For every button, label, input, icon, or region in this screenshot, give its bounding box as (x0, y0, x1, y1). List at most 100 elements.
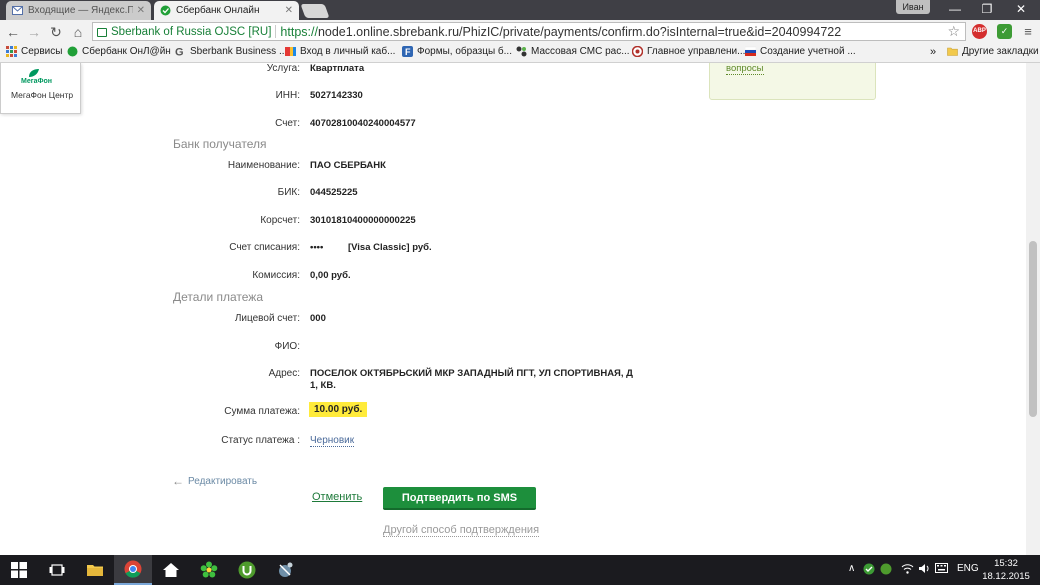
field-label: Наименование: (227, 160, 300, 171)
chrome-icon (124, 560, 142, 578)
sberbank-logo-icon (160, 5, 171, 16)
task-view-button[interactable] (38, 555, 76, 585)
cancel-link[interactable]: Отменить (312, 491, 362, 503)
restore-button[interactable]: ❐ (972, 1, 1002, 17)
tray-check-icon (863, 563, 875, 575)
section-payment-details: Детали платежа (173, 290, 263, 304)
emblem-icon (632, 46, 643, 57)
new-tab-button[interactable] (300, 4, 330, 18)
bookmark-create-account[interactable]: Создание учетной ... (745, 46, 856, 57)
bookmark-forms[interactable]: F Формы, образцы б... (402, 46, 512, 57)
field-label: Комиссия: (252, 270, 300, 281)
reload-icon[interactable]: ↻ (47, 23, 65, 41)
bookmark-label: Сервисы (21, 46, 63, 57)
field-label: Адрес: (268, 368, 300, 379)
page-scrollbar[interactable] (1026, 63, 1040, 555)
ev-certificate-badge[interactable]: Sberbank of Russia OJSC [RU] (97, 26, 271, 38)
field-value: 5027142330 (310, 90, 363, 101)
clock-date: 18.12.2015 (982, 571, 1030, 582)
minimize-button[interactable]: — (940, 1, 970, 17)
tab-sberbank-online[interactable]: Сбербанк Онлайн ✕ (154, 1, 299, 20)
utorrent-icon (238, 561, 256, 579)
folder-icon (947, 47, 958, 56)
bookmark-personal-cabinet[interactable]: Вход в личный каб... (285, 46, 395, 57)
windows-logo-icon (11, 562, 27, 578)
field-label: Сумма платежа: (224, 406, 300, 417)
bookmark-star-icon[interactable]: ☆ (947, 23, 960, 40)
url-scheme: https:// (280, 24, 318, 39)
bookmark-label: Формы, образцы б... (417, 46, 512, 57)
arrow-left-icon: ← (172, 474, 184, 488)
apps-grid-icon (6, 46, 17, 57)
tray-chevron-up-icon[interactable]: ∧ (848, 563, 855, 574)
russia-flag-icon (745, 46, 756, 56)
field-value: 40702810040240004577 (310, 118, 416, 129)
field-value: 000 (310, 313, 326, 324)
close-tab-icon[interactable]: ✕ (285, 5, 293, 16)
status-draft-link[interactable]: Черновик (310, 435, 355, 447)
bookmark-sberbank-online[interactable]: Сбербанк ОнЛ@йн (67, 46, 171, 57)
bookmark-label: Sberbank Business ... (190, 46, 288, 57)
amount-highlight: 10.00 руб. (309, 402, 368, 417)
profile-user-badge[interactable]: Иван (896, 0, 930, 14)
edit-link[interactable]: ← Редактировать (172, 474, 257, 488)
adblock-plus-icon[interactable]: ABP (972, 24, 987, 39)
field-label: Статус платежа : (221, 435, 300, 446)
taskbar-explorer[interactable] (76, 555, 114, 585)
field-label: Счет: (275, 118, 300, 129)
forward-arrow-icon[interactable]: → (25, 23, 43, 41)
menu-icon[interactable]: ≡ (1019, 23, 1037, 41)
bookmark-label: Создание учетной ... (760, 46, 856, 57)
scrollbar-thumb[interactable] (1029, 241, 1037, 417)
bookmark-services[interactable]: Сервисы (6, 46, 62, 57)
address-bar[interactable]: Sberbank of Russia OJSC [RU] https://nod… (92, 22, 966, 41)
close-tab-icon[interactable]: ✕ (137, 5, 145, 16)
bookmarks-bar: Сервисы Сбербанк ОнЛ@йн G Sberbank Busin… (0, 44, 1040, 63)
tray-utorrent-icon[interactable] (880, 563, 892, 578)
folder-icon (87, 565, 103, 576)
field-value: 30101810400000000225 (310, 215, 416, 226)
taskbar-utorrent[interactable] (228, 555, 266, 585)
field-label: Лицевой счет: (234, 313, 300, 324)
bookmark-label: Главное управлени... (647, 46, 746, 57)
confirm-sms-button[interactable]: Подтвердить по SMS (383, 487, 536, 510)
keyboard-icon[interactable] (935, 563, 948, 576)
home-icon (163, 563, 179, 577)
tray-green-app-icon[interactable] (863, 563, 875, 578)
close-window-button[interactable]: ✕ (1006, 1, 1036, 17)
faq-link[interactable]: вопросы (726, 63, 846, 75)
field-value: •••• [Visa Classic] руб. (310, 242, 640, 254)
megafon-card[interactable]: МегаФон МегаФон Центр (0, 63, 81, 114)
ev-certificate-text: Sberbank of Russia OJSC [RU] (111, 25, 272, 38)
tab-title: Входящие — Яндекс.Почт (28, 5, 133, 16)
bookmark-main-directorate[interactable]: Главное управлени... (632, 46, 745, 57)
taskbar-icq[interactable] (190, 555, 228, 585)
language-indicator[interactable]: ENG (957, 563, 979, 574)
more-bookmarks-chevron[interactable]: » (930, 46, 936, 58)
start-button[interactable] (0, 555, 38, 585)
wifi-icon[interactable] (901, 563, 914, 577)
bookmark-mass-sms[interactable]: Массовая СМС рас... (516, 46, 630, 57)
field-label: ИНН: (275, 90, 300, 101)
other-confirm-link[interactable]: Другой способ подтверждения (383, 524, 540, 537)
taskbar-chrome[interactable] (114, 555, 152, 585)
back-arrow-icon[interactable]: ← (4, 23, 22, 41)
sberbank-logo-icon (67, 46, 78, 57)
field-label: Услуга: (266, 63, 300, 74)
taskbar-clock[interactable]: 15:32 18.12.2015 (981, 557, 1031, 583)
f-logo-icon: F (402, 46, 413, 57)
bookmark-other-folder[interactable]: Другие закладки (947, 46, 1039, 57)
masked-card-number: •••• (310, 242, 324, 253)
extension-check-icon[interactable]: ✓ (997, 24, 1012, 39)
icq-flower-icon (200, 561, 218, 578)
google-g-icon: G (175, 47, 184, 58)
volume-icon[interactable] (918, 563, 931, 577)
home-icon[interactable]: ⌂ (69, 23, 87, 41)
megafon-logo-text: МегаФон (21, 78, 53, 85)
taskbar-app[interactable] (266, 555, 304, 585)
tab-yandex-mail[interactable]: Входящие — Яндекс.Почт ✕ (6, 1, 151, 20)
field-value: 0,00 руб. (310, 270, 351, 281)
bookmark-sberbank-business[interactable]: G Sberbank Business ... (175, 46, 287, 57)
field-label: ФИО: (274, 341, 300, 352)
taskbar-home-app[interactable] (152, 555, 190, 585)
